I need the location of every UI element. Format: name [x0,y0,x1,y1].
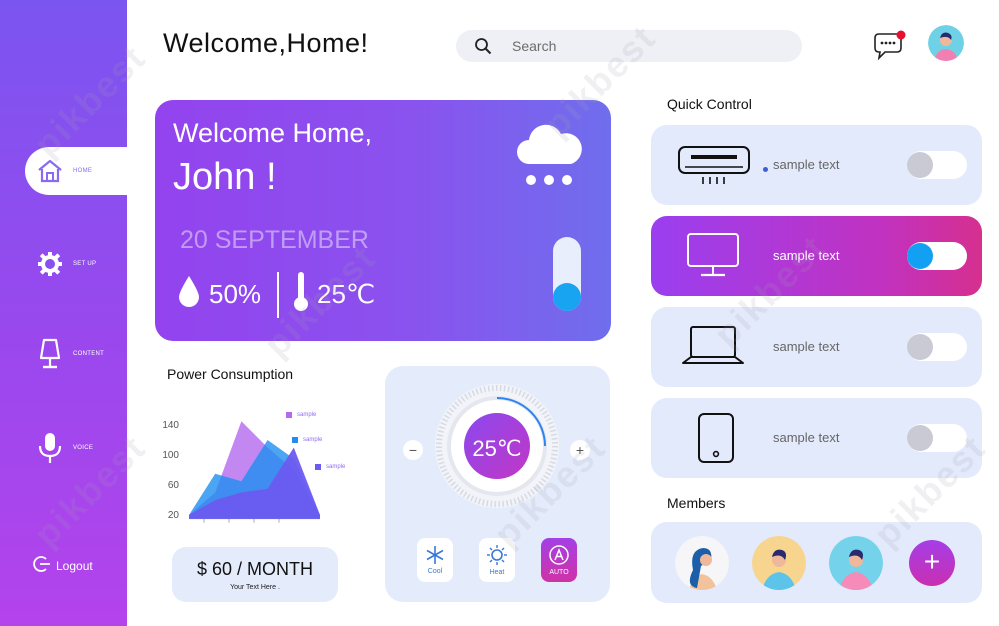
search-input[interactable] [512,38,772,54]
notification-badge [896,30,906,40]
sidebar-item-voice[interactable]: VOICE [0,424,127,472]
legend-label: sample [297,412,317,418]
toggle-knob [907,334,933,360]
price-value: $ 60 / MONTH [196,559,314,579]
power-chart: 20 60 100 140 [162,420,320,523]
sidebar-item-setup[interactable]: SET UP [0,240,127,288]
member-avatar[interactable] [752,536,806,590]
logout-label: Logout [56,558,93,573]
status-dot [763,167,768,172]
microphone-icon [35,433,65,463]
messages-button[interactable] [871,30,907,62]
mode-label: Heat [489,569,505,576]
device-label: sample text [773,339,840,354]
sidebar-item-label: SET UP [73,261,97,267]
legend-label: sample [303,437,323,443]
thermostat-card: 25℃ − + Cool Heat AUTO [385,366,610,602]
y-tick-label: 60 [168,480,180,491]
sidebar-item-content[interactable]: CONTENT [0,330,127,378]
droplet-icon [177,274,201,315]
device-label: sample text [773,157,840,172]
device-label: sample text [773,430,840,445]
members-title: Members [667,495,726,511]
mode-label: Cool [427,568,443,575]
y-tick-label: 100 [162,450,179,461]
increase-temp-button[interactable]: + [570,440,590,460]
legend-item: sample [286,412,316,418]
device-label: sample text [773,248,840,263]
logout-icon [32,554,52,577]
cloud-snow-icon [515,120,583,190]
price-subtitle: Your Text Here . [230,584,280,591]
snowflake-icon [426,546,444,564]
sidebar-item-label: HOME [73,168,93,174]
sidebar-item-home[interactable]: HOME [25,147,127,195]
sun-icon [487,545,507,565]
mode-label: AUTO [549,569,569,576]
thermometer-icon [293,270,309,319]
date-text: 20 SEPTEMBER [180,226,369,254]
brightness-slider[interactable] [553,237,581,311]
price-card: $ 60 / MONTH Your Text Here . [172,547,338,602]
member-avatar[interactable] [829,536,883,590]
legend-swatch [286,412,292,418]
toggle-knob [907,243,933,269]
page-title: Welcome,Home! [163,28,369,58]
legend-item: sample [292,437,322,443]
legend-swatch [315,464,321,470]
mode-heat-button[interactable]: Heat [479,538,515,582]
monitor-icon [687,233,739,277]
mode-auto-button[interactable]: AUTO [541,538,577,582]
y-tick-label: 20 [168,510,180,521]
quick-control-title: Quick Control [667,96,752,112]
mode-cool-button[interactable]: Cool [417,538,453,582]
device-toggle[interactable] [907,333,967,361]
slider-knob[interactable] [553,282,581,311]
laptop-icon [682,326,744,364]
device-card-monitor[interactable]: sample text [651,216,982,296]
toggle-knob [907,152,933,178]
y-tick-label: 140 [162,420,179,431]
sidebar-item-label: VOICE [73,445,94,451]
temperature-value: 25℃ [317,279,376,309]
device-toggle[interactable] [907,242,967,270]
smart-home-dashboard: HOME SET UP CONTENT VOICE Logout Welcome… [0,0,999,626]
device-toggle[interactable] [907,424,967,452]
gear-icon [35,249,65,279]
user-name: John ! [173,156,277,198]
air-conditioner-icon [678,146,750,184]
logout-button[interactable]: Logout [32,554,93,577]
auto-icon [549,545,569,565]
humidity-value: 50% [209,279,262,309]
search-icon [474,37,492,55]
thermostat-temperature: 25℃ [472,436,522,461]
toggle-knob [907,425,933,451]
member-avatar[interactable] [675,536,729,590]
power-consumption-title: Power Consumption [167,366,294,382]
chat-bubble-icon [874,30,906,61]
greeting-text: Welcome Home, [173,118,373,148]
device-card-air-conditioner[interactable]: sample text [651,125,982,205]
search-bar[interactable] [456,30,802,62]
legend-item: sample [315,464,345,470]
home-icon [35,156,65,186]
user-avatar[interactable] [928,25,964,61]
stat-divider [277,271,280,318]
tablet-icon [698,413,734,463]
add-member-button[interactable]: + [909,540,955,586]
legend-label: sample [326,464,346,470]
decrease-temp-button[interactable]: − [403,440,423,460]
lamp-icon [35,338,65,369]
climate-stats: 50% 25℃ [177,270,375,319]
legend-swatch [292,437,298,443]
sidebar-item-label: CONTENT [73,351,105,357]
sidebar: HOME SET UP CONTENT VOICE Logout [0,0,127,626]
welcome-card: Welcome Home, John ! 20 SEPTEMBER 50% 25… [155,100,611,341]
members-panel: + [651,522,982,603]
device-toggle[interactable] [907,151,967,179]
device-card-tablet[interactable]: sample text [651,398,982,478]
device-card-laptop[interactable]: sample text [651,307,982,387]
